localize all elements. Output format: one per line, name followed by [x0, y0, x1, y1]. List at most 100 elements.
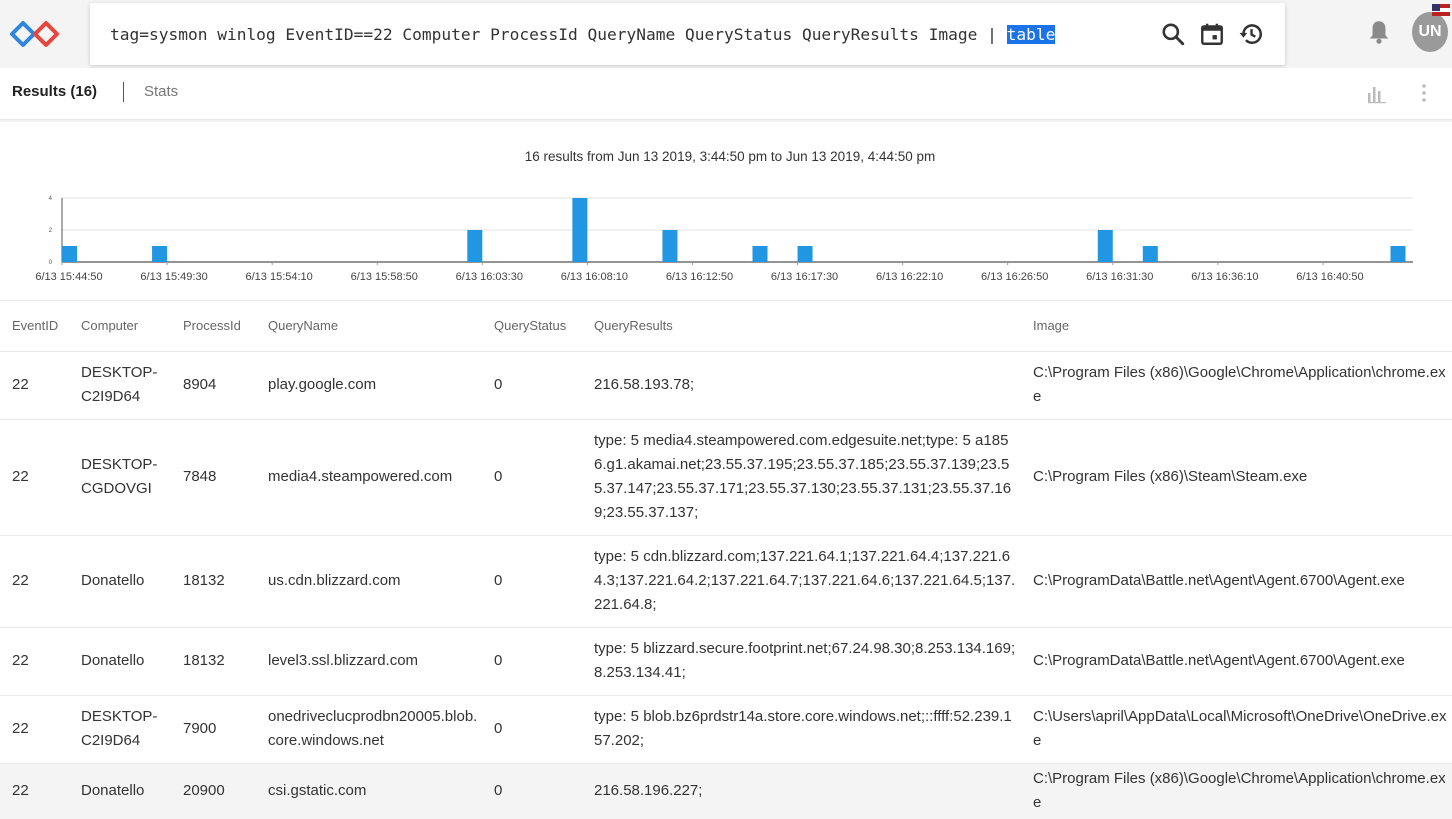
table-cell: DESKTOP-C2I9D64: [69, 351, 171, 420]
query-highlight: table: [1006, 25, 1056, 44]
table-cell: C:\ProgramData\Battle.net\Agent\Agent.67…: [1021, 535, 1452, 628]
table-row[interactable]: 22 Donatello 18132 level3.ssl.blizzard.com 0…: [0, 627, 1452, 696]
x-tick-label: 6/13 15:58:50: [351, 271, 418, 283]
histogram-bar: [1142, 246, 1158, 262]
tab-divider: [123, 82, 124, 102]
histogram-bar: [662, 230, 678, 262]
table-cell: 22: [0, 351, 69, 420]
histogram-bar: [1097, 230, 1113, 262]
table-cell: 7900: [171, 695, 256, 764]
table-cell: Donatello: [69, 763, 171, 819]
x-tick-label: 6/13 16:31:30: [1086, 271, 1153, 283]
histogram-bar: [152, 246, 168, 262]
query-box[interactable]: tag=sysmon winlog EventID==22 Computer P…: [90, 3, 1285, 65]
x-tick-label: 6/13 16:17:30: [771, 271, 838, 283]
histogram-bar: [62, 246, 77, 262]
results-tabs-bar: Results (16) Stats: [0, 68, 1452, 120]
table-cell: 22: [0, 763, 69, 819]
histogram-bar: [467, 230, 483, 262]
table-row[interactable]: 22 Donatello 18132 us.cdn.blizzard.com 0 type…: [0, 535, 1452, 628]
table-cell: 18132: [171, 627, 256, 696]
histogram-panel: 16 results from Jun 13 2019, 3:44:50 pm …: [0, 122, 1452, 300]
table-cell: us.cdn.blizzard.com: [256, 535, 482, 628]
tab-stats[interactable]: Stats: [144, 83, 178, 100]
search-icon[interactable]: [1160, 21, 1186, 47]
calendar-icon[interactable]: [1199, 21, 1225, 47]
tab-results[interactable]: Results (16): [12, 83, 97, 100]
table-cell: C:\Program Files (x86)\Steam\Steam.exe: [1021, 419, 1452, 536]
table-cell: type: 5 cdn.blizzard.com;137.221.64.1;13…: [582, 535, 1021, 628]
table-cell: 7848: [171, 419, 256, 536]
column-header[interactable]: Image: [1021, 301, 1452, 352]
x-tick-label: 6/13 15:44:50: [35, 271, 102, 283]
table-row[interactable]: 22 DESKTOP-CGDOVGI 7848 media4.steampowered…: [0, 419, 1452, 536]
table-cell: 216.58.193.78;: [582, 351, 1021, 420]
table-cell: 18132: [171, 535, 256, 628]
y-tick-label: 4: [49, 196, 53, 202]
histogram-bar: [752, 246, 768, 262]
table-cell: media4.steampowered.com: [256, 419, 482, 536]
table-row[interactable]: 22 DESKTOP-C2I9D64 8904 play.google.com 0 216…: [0, 351, 1452, 420]
table-cell: C:\ProgramData\Battle.net\Agent\Agent.67…: [1021, 627, 1452, 696]
table-cell: csi.gstatic.com: [256, 763, 482, 819]
table-cell: 20900: [171, 763, 256, 819]
table-cell: type: 5 blizzard.secure.footprint.net;67…: [582, 627, 1021, 696]
x-tick-label: 6/13 16:40:50: [1296, 271, 1363, 283]
table-cell: 0: [482, 351, 582, 420]
query-text: tag=sysmon winlog EventID==22 Computer P…: [110, 25, 1007, 44]
histogram-bar: [797, 246, 813, 262]
history-icon[interactable]: [1238, 21, 1264, 47]
chart-title: 16 results from Jun 13 2019, 3:44:50 pm …: [524, 149, 936, 164]
table-cell: C:\Program Files (x86)\Google\Chrome\App…: [1021, 351, 1452, 420]
table-cell: 0: [482, 627, 582, 696]
table-cell: 0: [482, 763, 582, 819]
x-tick-label: 6/13 16:12:50: [666, 271, 733, 283]
flag-icon[interactable]: [1432, 4, 1450, 16]
table-cell: level3.ssl.blizzard.com: [256, 627, 482, 696]
table-header-row: EventID Computer ProcessId QueryName QuerySt…: [0, 301, 1452, 352]
x-tick-label: 6/13 16:22:10: [876, 271, 943, 283]
bell-icon[interactable]: [1366, 18, 1392, 46]
table-cell: C:\Program Files (x86)\Google\Chrome\App…: [1021, 763, 1452, 819]
column-header[interactable]: QueryStatus: [482, 301, 582, 352]
table-cell: onedriveclucprodbn20005.blob.core.window…: [256, 695, 482, 764]
histogram-bar: [1390, 246, 1406, 262]
y-tick-label: 2: [49, 228, 53, 234]
table-cell: 22: [0, 419, 69, 536]
query-input[interactable]: tag=sysmon winlog EventID==22 Computer P…: [110, 25, 1056, 44]
column-header[interactable]: QueryName: [256, 301, 482, 352]
x-tick-label: 6/13 15:49:30: [140, 271, 207, 283]
table-cell: C:\Users\april\AppData\Local\Microsoft\O…: [1021, 695, 1452, 764]
results-table: EventID Computer ProcessId QueryName QuerySt…: [0, 301, 1452, 819]
histogram-bar: [572, 198, 588, 262]
x-tick-label: 6/13 16:03:30: [456, 271, 523, 283]
bar-chart-icon[interactable]: [1366, 82, 1388, 104]
table-cell: 22: [0, 535, 69, 628]
column-header[interactable]: Computer: [69, 301, 171, 352]
table-cell: 216.58.196.227;: [582, 763, 1021, 819]
more-vert-icon[interactable]: [1416, 82, 1432, 104]
table-cell: 8904: [171, 351, 256, 420]
x-tick-label: 6/13 16:36:10: [1191, 271, 1258, 283]
column-header[interactable]: QueryResults: [582, 301, 1021, 352]
table-cell: 0: [482, 535, 582, 628]
app-logo-icon[interactable]: [10, 18, 60, 50]
table-row[interactable]: 22 DESKTOP-C2I9D64 7900 onedriveclucprodbn2…: [0, 695, 1452, 764]
column-header[interactable]: EventID: [0, 301, 69, 352]
results-table-panel: EventID Computer ProcessId QueryName QuerySt…: [0, 300, 1452, 819]
table-cell: 22: [0, 627, 69, 696]
avatar-initials: UN: [1418, 23, 1442, 40]
table-cell: DESKTOP-C2I9D64: [69, 695, 171, 764]
table-cell: 0: [482, 419, 582, 536]
table-row[interactable]: 22 Donatello 20900 csi.gstatic.com 0 216.58.1…: [0, 763, 1452, 819]
avatar[interactable]: UN: [1412, 12, 1448, 52]
table-cell: Donatello: [69, 627, 171, 696]
column-header[interactable]: ProcessId: [171, 301, 256, 352]
histogram-chart[interactable]: 0 2 4 6/13 15:44:50 6/13 15:49:30 6/13 15:54:…: [0, 182, 1452, 292]
table-cell: type: 5 blob.bz6prdstr14a.store.core.win…: [582, 695, 1021, 764]
top-bar: tag=sysmon winlog EventID==22 Computer P…: [0, 0, 1452, 68]
table-cell: 22: [0, 695, 69, 764]
y-tick-label: 0: [49, 260, 53, 266]
table-cell: DESKTOP-CGDOVGI: [69, 419, 171, 536]
table-cell: Donatello: [69, 535, 171, 628]
